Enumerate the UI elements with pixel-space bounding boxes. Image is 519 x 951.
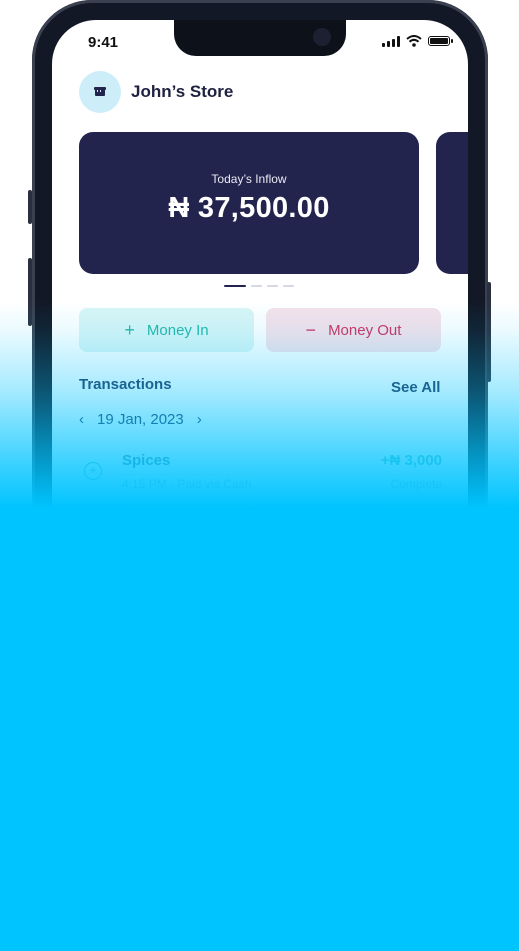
transaction-row[interactable]: + Spices 4:15 PM · Paid via Cash +₦ 3,00… — [82, 452, 442, 496]
money-out-label: Money Out — [328, 321, 402, 339]
date-selector: ‹ 19 Jan, 2023 › — [79, 411, 202, 428]
see-all-link[interactable]: See All — [391, 379, 440, 396]
front-camera — [313, 28, 331, 46]
inflow-amount: ₦ 37,500.00 — [168, 192, 330, 224]
status-icons — [382, 35, 453, 47]
inflow-card[interactable]: Today’s Inflow ₦ 37,500.00 — [79, 132, 419, 274]
inflow-label: Today’s Inflow — [211, 172, 287, 186]
chevron-right-icon[interactable]: › — [197, 411, 202, 428]
store-header[interactable]: John’s Store — [79, 71, 233, 113]
transactions-title: Transactions — [79, 376, 172, 393]
volume-up-button — [28, 190, 32, 224]
store-name: John’s Store — [131, 82, 234, 101]
money-out-button[interactable]: − Money Out — [266, 308, 441, 352]
card-pager — [224, 285, 294, 287]
selected-date: 19 Jan, 2023 — [97, 411, 184, 428]
next-card-peek[interactable] — [436, 132, 468, 274]
chevron-left-icon[interactable]: ‹ — [79, 411, 84, 428]
pager-dot[interactable] — [283, 285, 294, 287]
power-button — [487, 282, 491, 382]
money-in-button[interactable]: + Money In — [79, 308, 254, 352]
store-icon — [79, 71, 121, 113]
minus-icon: − — [305, 319, 317, 340]
money-in-label: Money In — [146, 321, 209, 339]
transaction-name: Spices — [122, 452, 171, 469]
status-time: 9:41 — [88, 34, 119, 51]
transaction-status: Complete — [390, 477, 442, 491]
app-screen: 9:41 John’s Store Today’s Inflow ₦ 37,50… — [52, 20, 468, 951]
money-in-icon: + — [84, 462, 102, 480]
transaction-meta: 4:15 PM · Paid via Cash — [122, 477, 252, 491]
plus-icon: + — [124, 319, 135, 340]
pager-dot[interactable] — [251, 285, 262, 287]
pager-dot-active[interactable] — [224, 285, 246, 287]
battery-icon — [428, 36, 453, 46]
signal-icon — [382, 35, 400, 47]
volume-down-button — [28, 258, 32, 326]
transaction-amount: +₦ 3,000 — [380, 452, 442, 469]
notch — [174, 20, 346, 56]
wifi-icon — [406, 35, 422, 47]
pager-dot[interactable] — [267, 285, 278, 287]
